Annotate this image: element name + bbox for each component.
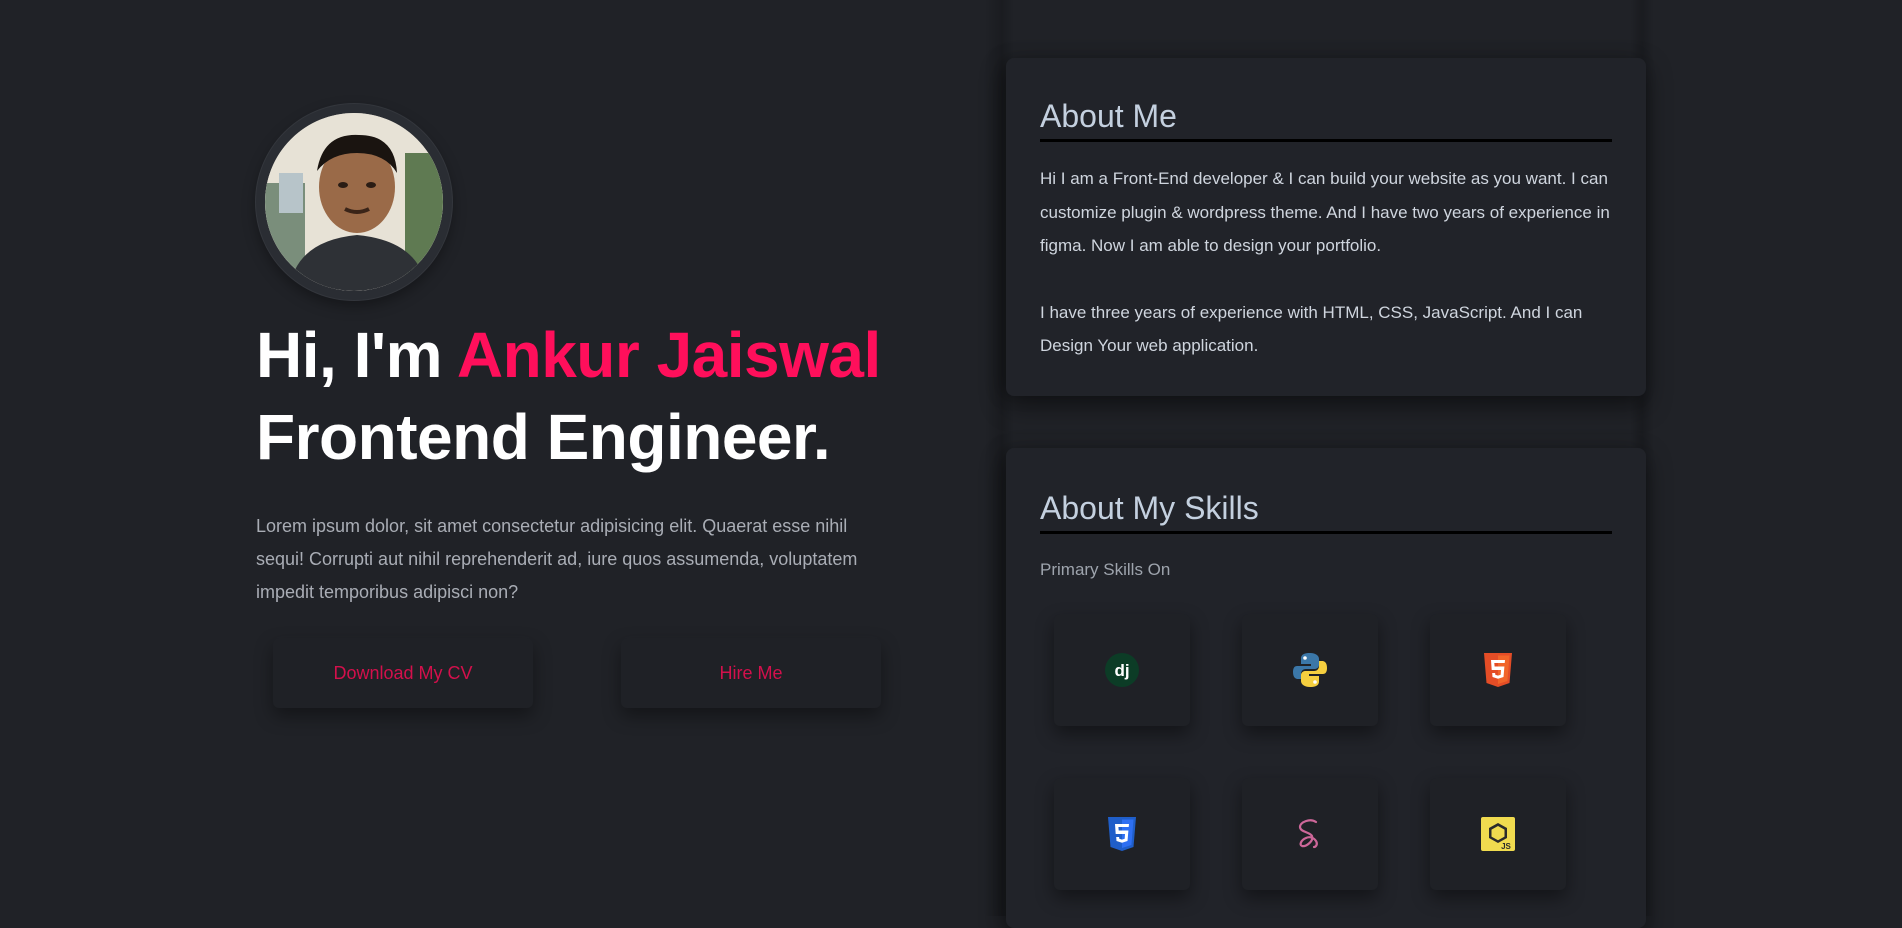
skills-card: About My Skills Primary Skills On dj JS bbox=[1006, 448, 1646, 928]
page-title: Hi, I'm Ankur Jaiswal Frontend Engineer. bbox=[256, 314, 896, 478]
python-icon bbox=[1293, 653, 1327, 687]
skills-title: About My Skills bbox=[1040, 490, 1612, 534]
html5-icon bbox=[1484, 653, 1512, 687]
django-icon: dj bbox=[1105, 653, 1139, 687]
skill-tile-javascript: JS bbox=[1430, 778, 1566, 890]
skill-tile-django: dj bbox=[1054, 614, 1190, 726]
intro-text: Lorem ipsum dolor, sit amet consectetur … bbox=[256, 516, 858, 602]
svg-text:dj: dj bbox=[1114, 661, 1129, 680]
skill-tile-html5 bbox=[1430, 614, 1566, 726]
about-paragraph: Hi I am a Front-End developer & I can bu… bbox=[1040, 169, 1610, 255]
skills-subtitle: Primary Skills On bbox=[1040, 560, 1171, 579]
role-title: Frontend Engineer. bbox=[256, 401, 831, 473]
hero-section: Hi, I'm Ankur Jaiswal Frontend Engineer.… bbox=[256, 104, 896, 708]
profile-photo bbox=[265, 113, 443, 291]
css3-icon bbox=[1108, 817, 1136, 851]
skill-tile-sass bbox=[1242, 778, 1378, 890]
javascript-icon: JS bbox=[1481, 817, 1515, 851]
skill-tile-python bbox=[1242, 614, 1378, 726]
avatar bbox=[256, 104, 452, 300]
about-card: About Me Hi I am a Front-End developer &… bbox=[1006, 58, 1646, 396]
about-paragraph: I have three years of experience with HT… bbox=[1040, 302, 1583, 356]
author-name: Ankur Jaiswal bbox=[456, 319, 881, 391]
download-cv-button[interactable]: Download My CV bbox=[273, 638, 533, 708]
greeting: Hi, I'm bbox=[256, 319, 457, 391]
sass-icon bbox=[1298, 819, 1318, 849]
skill-tile-css3 bbox=[1054, 778, 1190, 890]
hire-me-button[interactable]: Hire Me bbox=[621, 638, 881, 708]
svg-text:JS: JS bbox=[1501, 842, 1511, 851]
about-title: About Me bbox=[1040, 98, 1612, 142]
about-text: Hi I am a Front-End developer & I can bu… bbox=[1040, 162, 1616, 396]
